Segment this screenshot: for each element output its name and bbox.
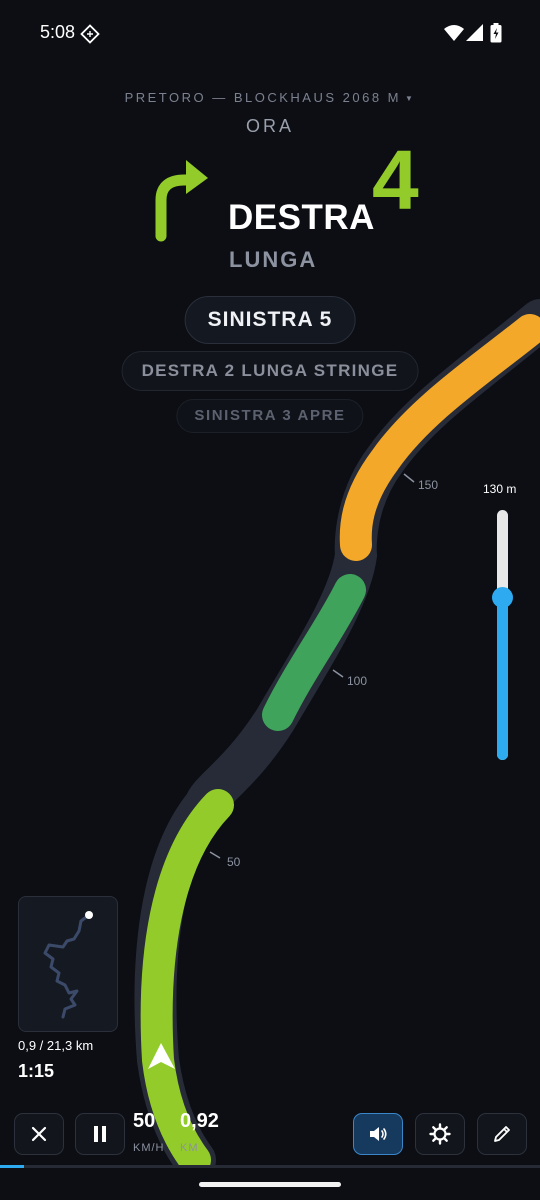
pencil-icon — [494, 1126, 510, 1142]
current-modifier: LUNGA — [229, 247, 318, 272]
upcoming-note-1: SINISTRA 5 — [184, 296, 356, 344]
trip-progress-track — [0, 1165, 540, 1168]
distance-tick-50 — [209, 851, 221, 859]
zoom-slider-fill — [497, 597, 508, 760]
speed-unit: KM/H — [133, 1142, 165, 1154]
pause-button[interactable] — [75, 1113, 125, 1155]
odometer-unit: KM — [180, 1142, 199, 1154]
elapsed-time: 1:15 — [18, 1061, 55, 1081]
distance-tick-150 — [403, 473, 415, 483]
minimap-route-icon — [43, 911, 93, 1019]
close-icon — [31, 1126, 47, 1142]
zoom-distance-label: 130 m — [483, 482, 517, 496]
road-segment-darkgreen — [262, 574, 366, 731]
edit-button[interactable] — [477, 1113, 527, 1155]
home-indicator[interactable] — [199, 1182, 341, 1187]
speed-value: 50 — [133, 1110, 156, 1132]
distance-tick-100 — [332, 669, 344, 678]
sound-button[interactable] — [353, 1113, 403, 1155]
gear-icon — [429, 1123, 451, 1145]
distance-label-50: 50 — [227, 855, 241, 869]
current-direction: DESTRA — [228, 198, 375, 237]
upcoming-note-2: DESTRA 2 LUNGA STRINGE — [121, 351, 419, 391]
odometer-value: 0,92 — [180, 1110, 219, 1132]
trip-progress-fill — [0, 1165, 24, 1168]
close-button[interactable] — [14, 1113, 64, 1155]
upcoming-note-3: SINISTRA 3 APRE — [176, 399, 364, 433]
route-minimap[interactable] — [18, 896, 118, 1032]
settings-button[interactable] — [415, 1113, 465, 1155]
road-base — [134, 299, 540, 1165]
zoom-slider-thumb[interactable] — [492, 587, 513, 608]
speaker-icon — [370, 1127, 387, 1141]
turn-right-arrow-icon — [155, 160, 208, 242]
trip-distance: 0,9 / 21,3 km — [18, 1038, 94, 1053]
current-grade: 4 — [372, 133, 419, 227]
distance-label-100: 100 — [347, 674, 367, 688]
distance-label-150: 150 — [418, 478, 438, 492]
pause-icon — [94, 1126, 106, 1142]
